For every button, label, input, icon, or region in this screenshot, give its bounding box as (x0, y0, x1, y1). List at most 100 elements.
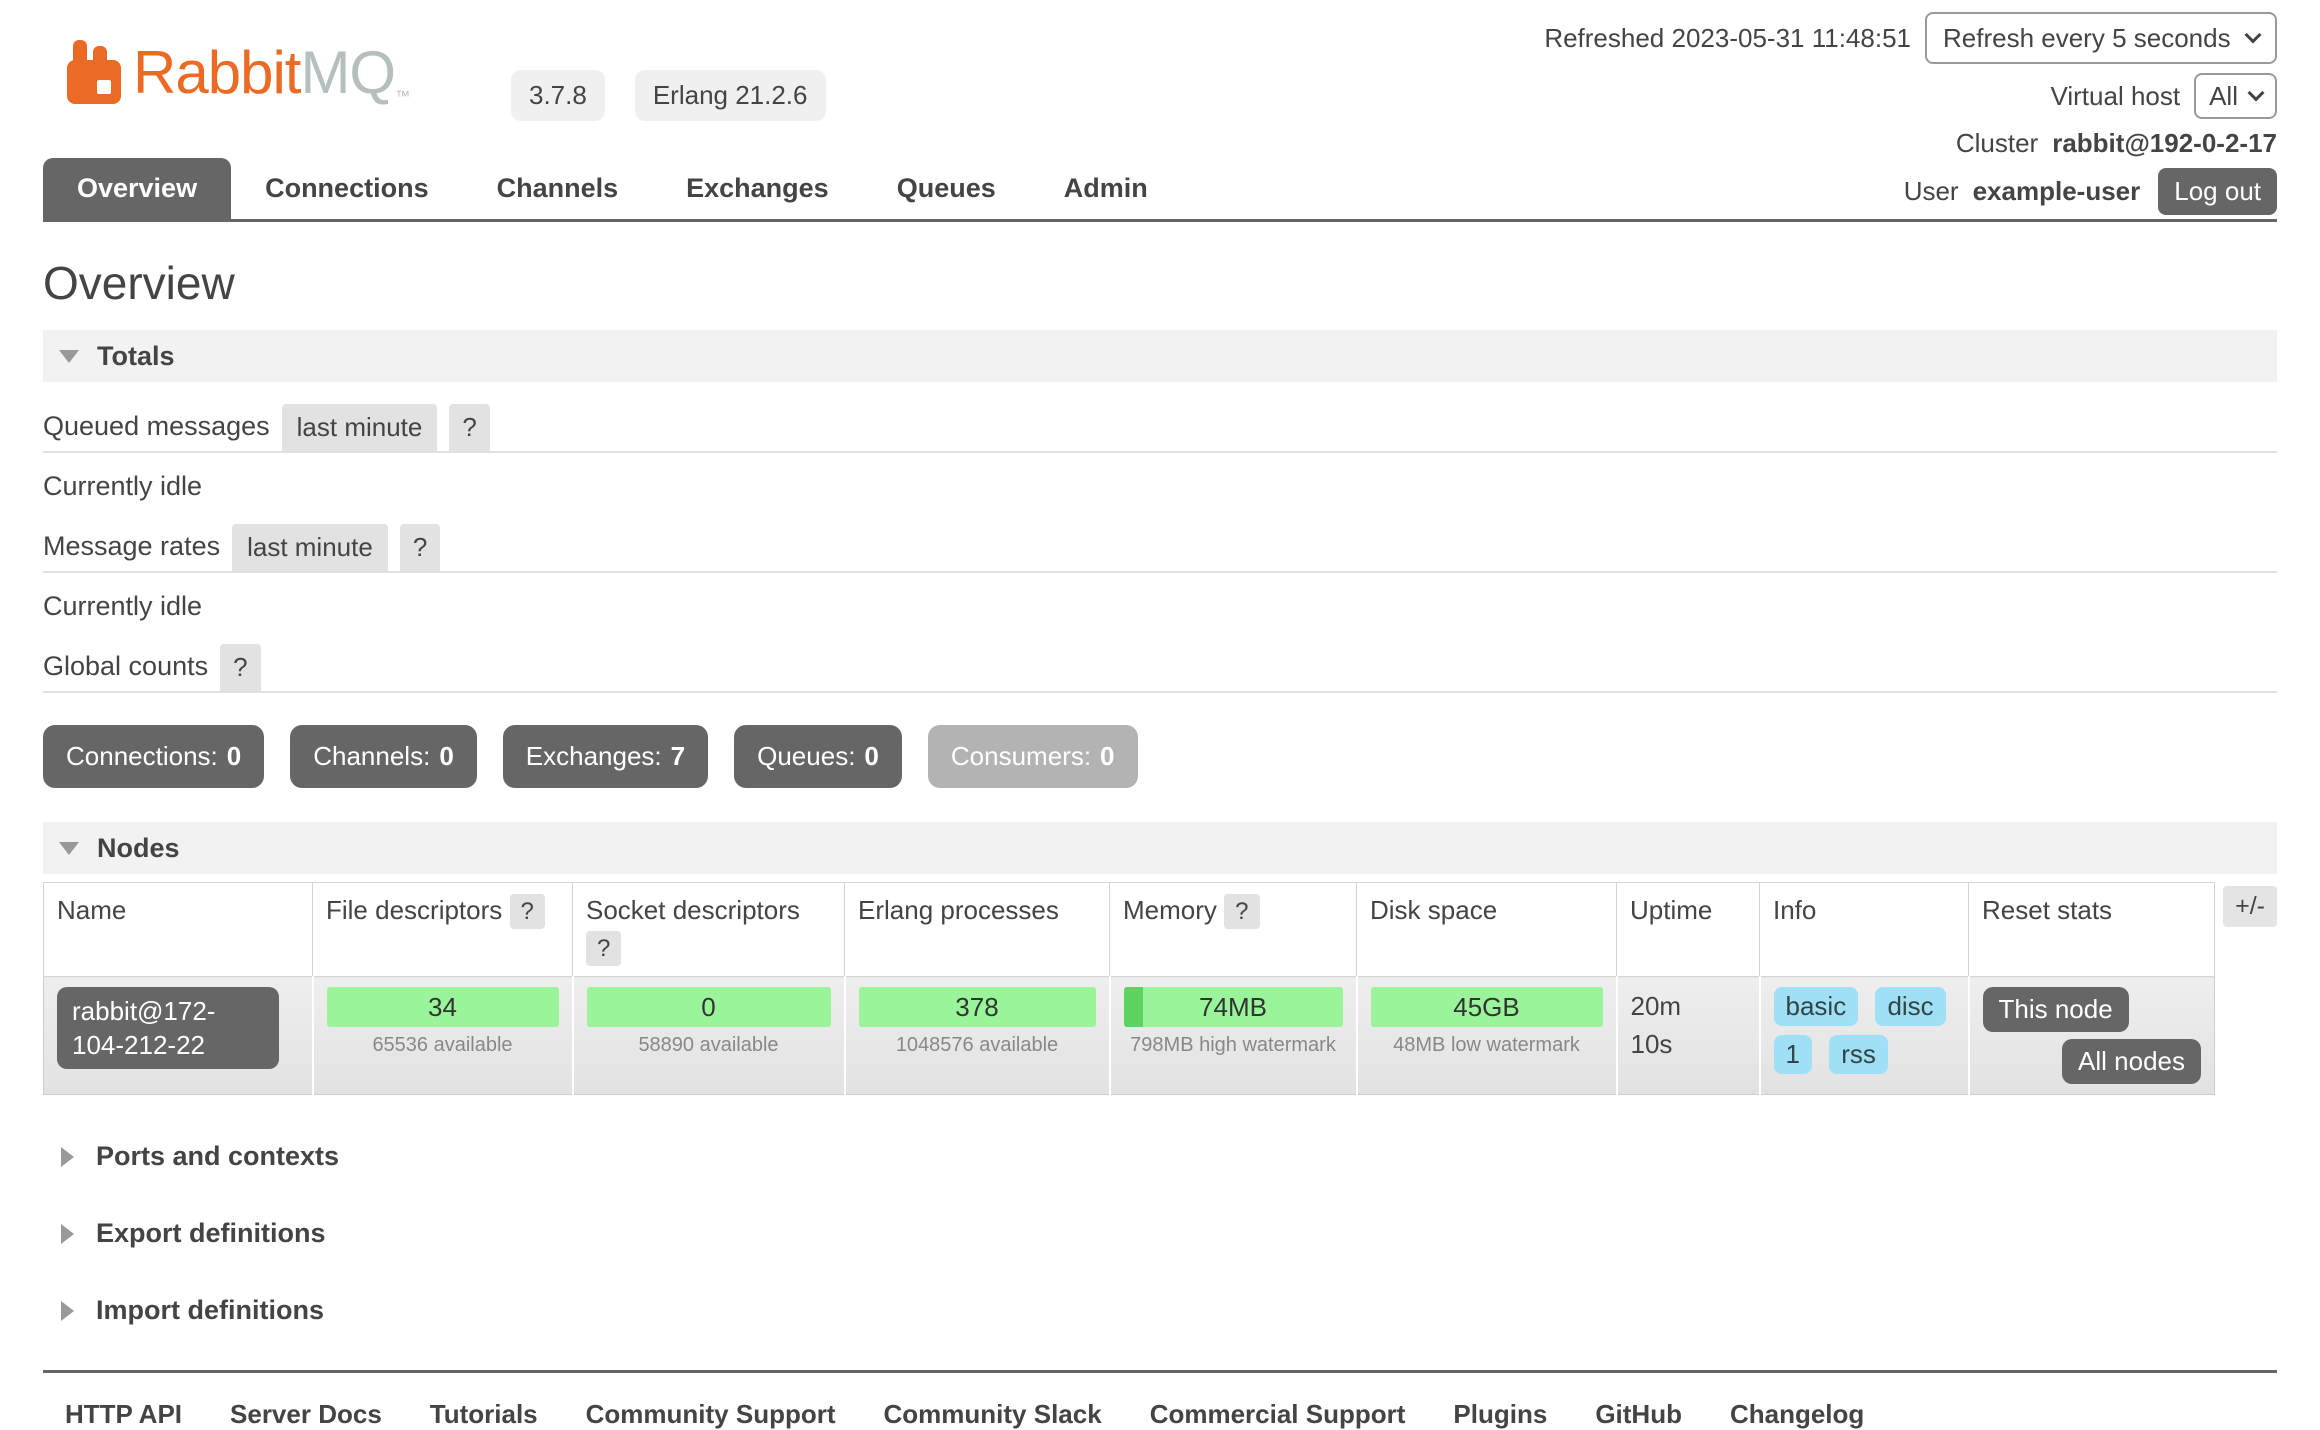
reset-this-node-button[interactable]: This node (1983, 987, 2129, 1032)
footer-link-server-docs[interactable]: Server Docs (230, 1399, 382, 1430)
queued-messages-label: Queued messages (43, 411, 270, 451)
refresh-interval-value: Refresh every 5 seconds (1943, 23, 2231, 54)
totals-section-header[interactable]: Totals (43, 330, 2277, 382)
tab-connections[interactable]: Connections (231, 158, 463, 219)
collapse-triangle-icon (59, 842, 79, 855)
export-definitions-section[interactable]: Export definitions (61, 1218, 2277, 1249)
file-descriptors-help-icon[interactable]: ? (510, 894, 545, 929)
col-header-name: Name (44, 883, 313, 977)
footer-links: HTTP API Server Docs Tutorials Community… (43, 1370, 2277, 1430)
memory-cell: 74MB 798MB high watermark (1110, 977, 1357, 1095)
ports-and-contexts-section[interactable]: Ports and contexts (61, 1141, 2277, 1172)
connections-counter[interactable]: Connections:0 (43, 725, 264, 788)
memory-watermark: 798MB high watermark (1124, 1034, 1343, 1057)
tab-queues[interactable]: Queues (863, 158, 1030, 219)
file-descriptors-bar: 34 (327, 987, 559, 1027)
exchanges-counter[interactable]: Exchanges:7 (503, 725, 708, 788)
expand-triangle-icon (61, 1224, 74, 1244)
memory-help-icon[interactable]: ? (1224, 894, 1259, 929)
nodes-section-header[interactable]: Nodes (43, 822, 2277, 874)
disk-space-watermark: 48MB low watermark (1371, 1034, 1603, 1057)
global-counts-label: Global counts (43, 651, 208, 691)
footer-link-changelog[interactable]: Changelog (1730, 1399, 1864, 1430)
expand-triangle-icon (61, 1147, 74, 1167)
channels-counter[interactable]: Channels:0 (290, 725, 477, 788)
info-badge-version: 1 (1774, 1035, 1812, 1074)
footer-link-community-support[interactable]: Community Support (586, 1399, 836, 1430)
info-cell: basic disc 1 rss (1760, 977, 1969, 1095)
trademark-symbol: ™ (395, 88, 409, 105)
rabbitmq-wordmark: RabbitMQ™ (133, 40, 409, 130)
disk-space-bar: 45GB (1371, 987, 1603, 1027)
tab-channels[interactable]: Channels (463, 158, 653, 219)
node-row: rabbit@172-104-212-22 34 65536 available (44, 977, 2215, 1095)
rabbitmq-version-badge: 3.7.8 (511, 70, 605, 121)
socket-descriptors-bar: 0 (587, 987, 831, 1027)
page-title: Overview (43, 256, 2277, 310)
node-name-cell: rabbit@172-104-212-22 (44, 977, 313, 1095)
erlang-processes-bar: 378 (859, 987, 1096, 1027)
tab-exchanges[interactable]: Exchanges (652, 158, 863, 219)
rabbitmq-management-page: RabbitMQ™ 3.7.8 Erlang 21.2.6 Refreshed … (0, 0, 2320, 1430)
message-rates-help-icon[interactable]: ? (400, 524, 440, 571)
collapse-triangle-icon (59, 350, 79, 363)
consumers-counter[interactable]: Consumers:0 (928, 725, 1138, 788)
node-name-link[interactable]: rabbit@172-104-212-22 (57, 987, 279, 1069)
queued-messages-range-selector[interactable]: last minute (282, 404, 438, 451)
col-header-socket-descriptors: Socket descriptors ? (573, 883, 845, 977)
footer-link-commercial-support[interactable]: Commercial Support (1150, 1399, 1406, 1430)
file-descriptors-cell: 34 65536 available (313, 977, 573, 1095)
refresh-interval-select[interactable]: Refresh every 5 seconds (1925, 12, 2277, 64)
socket-descriptors-cell: 0 58890 available (573, 977, 845, 1095)
message-rates-row: Message rates last minute ? (43, 524, 2277, 573)
reset-all-nodes-button[interactable]: All nodes (2062, 1039, 2201, 1084)
col-header-uptime: Uptime (1617, 883, 1760, 977)
expand-triangle-icon (61, 1301, 74, 1321)
totals-section-title: Totals (97, 341, 175, 372)
info-badge-rss: rss (1829, 1035, 1888, 1074)
logout-button[interactable]: Log out (2158, 168, 2277, 215)
global-counters: Connections:0 Channels:0 Exchanges:7 Que… (43, 725, 2277, 788)
footer-link-community-slack[interactable]: Community Slack (884, 1399, 1102, 1430)
column-toggle-button[interactable]: +/- (2223, 886, 2277, 927)
col-header-disk-space: Disk space (1357, 883, 1617, 977)
col-header-info: Info (1760, 883, 1969, 977)
header: RabbitMQ™ 3.7.8 Erlang 21.2.6 Refreshed … (43, 0, 2277, 222)
queues-counter[interactable]: Queues:0 (734, 725, 902, 788)
message-rates-idle-text: Currently idle (43, 591, 2277, 622)
main-nav-tabs: Overview Connections Channels Exchanges … (43, 158, 1182, 219)
cluster-label: Cluster (1956, 128, 2038, 159)
nodes-table-area: +/- Name File descriptors ? S (43, 882, 2277, 1095)
footer-link-plugins[interactable]: Plugins (1453, 1399, 1547, 1430)
import-definitions-section[interactable]: Import definitions (61, 1295, 2277, 1326)
message-rates-range-selector[interactable]: last minute (232, 524, 388, 571)
tab-overview[interactable]: Overview (43, 158, 231, 219)
global-counts-help-icon[interactable]: ? (220, 644, 260, 691)
queued-messages-help-icon[interactable]: ? (449, 404, 489, 451)
rabbit-logo-icon (65, 40, 123, 106)
footer-link-http-api[interactable]: HTTP API (65, 1399, 182, 1430)
table-header-row: Name File descriptors ? Socket descripto… (44, 883, 2215, 977)
user-name: example-user (1973, 176, 2141, 207)
global-counts-row: Global counts ? (43, 644, 2277, 693)
reset-stats-cell: This node All nodes (1969, 977, 2215, 1095)
socket-descriptors-help-icon[interactable]: ? (586, 931, 621, 966)
virtual-host-label: Virtual host (2051, 81, 2181, 112)
version-badges: 3.7.8 Erlang 21.2.6 (511, 70, 826, 121)
footer-link-github[interactable]: GitHub (1595, 1399, 1682, 1430)
info-badge-basic: basic (1774, 987, 1859, 1026)
memory-bar: 74MB (1124, 987, 1343, 1027)
erlang-version-badge: Erlang 21.2.6 (635, 70, 826, 121)
nodes-section-title: Nodes (97, 833, 180, 864)
col-header-erlang-processes: Erlang processes (845, 883, 1110, 977)
disk-space-cell: 45GB 48MB low watermark (1357, 977, 1617, 1095)
virtual-host-select[interactable]: All (2194, 73, 2277, 119)
virtual-host-value: All (2209, 81, 2238, 112)
queued-messages-row: Queued messages last minute ? (43, 404, 2277, 453)
rabbitmq-logo[interactable]: RabbitMQ™ (65, 40, 409, 130)
header-status-area: Refreshed 2023-05-31 11:48:51 Refresh ev… (1544, 12, 2277, 215)
col-header-memory: Memory ? (1110, 883, 1357, 977)
footer-link-tutorials[interactable]: Tutorials (430, 1399, 538, 1430)
erlang-processes-available: 1048576 available (859, 1034, 1096, 1057)
tab-admin[interactable]: Admin (1030, 158, 1182, 219)
